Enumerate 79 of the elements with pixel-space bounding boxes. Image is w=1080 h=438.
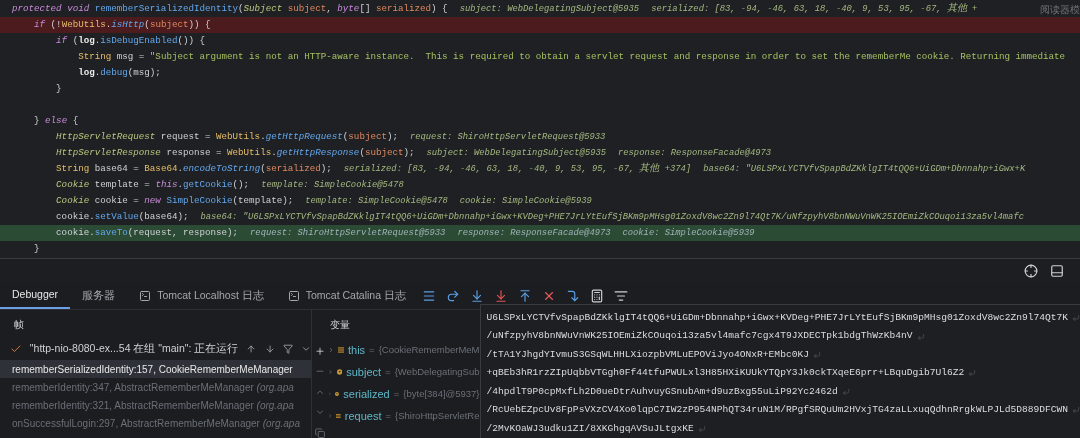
variable-value: {ShiroHttpServletRe — [395, 408, 480, 423]
variables-header: 变量 — [329, 317, 350, 332]
wrap-marker-icon — [841, 387, 850, 396]
code-text: cookie.saveTo(request, response); — [55, 226, 239, 240]
code-text: } — [33, 242, 40, 256]
inline-hint: template: SimpleCookie@5478 — [261, 179, 404, 193]
wrap-marker-icon — [916, 332, 925, 341]
field-icon — [336, 411, 341, 421]
inline-hint: base64: "U6LSPxLYCTVfvSpapBdZKklgIT4tQQ6+UiGDm+Dbnnahp+iGwx+K — [703, 163, 1026, 177]
parameter-icon — [336, 366, 343, 378]
tool-tab[interactable]: Tomcat Catalina 日志 — [275, 283, 418, 309]
code-text: } — [55, 82, 62, 96]
value-line: /tTA1YJhgdYIvmuS3GSqWLHHLXiozpbVMLuEPOViJyo4ONxR+EMbc0KJ — [486, 347, 809, 362]
field-icon — [337, 345, 344, 355]
inline-hint: subject: WebDelegatingSubject@5935 — [426, 147, 607, 161]
inline-hint: response: ResponseFacade@4973 — [618, 147, 772, 161]
copy-icon[interactable] — [313, 427, 326, 438]
filter-icon[interactable] — [282, 343, 293, 355]
value-line: /RcUebEZpcUv8FpPsVXzCV4Xo0lqpC7IW2zP954NPhQT34ruN1M/RPgfSRQuUm2HVxjTG4zaLLxuqQdhnRrgkWLPJLd5D889DFCWN — [486, 403, 1068, 418]
arrow-up-icon[interactable] — [246, 343, 257, 355]
inline-hint: cookie: SimpleCookie@5939 — [622, 227, 755, 241]
frame-row[interactable]: rememberSerializedIdentity:157, CookieRememberMeManager — [0, 360, 311, 378]
add-watch-icon[interactable] — [313, 346, 326, 357]
variable-name: this — [348, 342, 366, 358]
tool-tab[interactable]: Tomcat Localhost 日志 — [127, 283, 276, 309]
wrap-marker-icon — [1072, 406, 1080, 415]
equals-sign: = — [393, 386, 400, 401]
variable-name: subject — [346, 364, 382, 380]
wrap-marker-icon — [697, 424, 706, 433]
inline-hint: request: ShiroHttpServletRequest@5933 — [250, 227, 446, 241]
reader-mode-label[interactable]: 阅读器模 — [1040, 2, 1080, 17]
inline-hint: response: ResponseFacade@4973 — [457, 227, 611, 241]
value-line: /2MvKOaWJ3udku1ZI/8XKGhgqAVSuJLtgxKE — [486, 421, 694, 436]
value-line: /uNfzpyhV8bnNWuVnWK25IOEmiZkCOuqoi13za5vl4mafc7cgx4T9JXDECTpk1bdgThWzKb4nV — [486, 329, 913, 344]
calculator-icon[interactable] — [589, 289, 604, 303]
equals-sign: = — [369, 342, 375, 357]
code-text: Cookie template = this.getCookie(); — [55, 178, 250, 192]
tool-tab[interactable]: 服务器 — [70, 283, 128, 309]
inline-hint: subject: WebDelegatingSubject@5935 — [459, 3, 640, 17]
code-text: protected void rememberSerializedIdentity(Subject subject, byte[] serialized) { — [12, 2, 448, 16]
menu-icon[interactable] — [421, 289, 436, 303]
panel-layout-icon[interactable] — [1050, 264, 1064, 278]
code-text: if (log.isDebugEnabled()) { — [55, 34, 205, 48]
inline-hint: serialized: [83, -94, -46, 63, 18, -40, 9, 53, 95, -67, 其他 + — [651, 1, 978, 17]
code-text: String base64 = Base64.encodeToString(serialized); — [55, 162, 332, 176]
crosshair-icon[interactable] — [1024, 264, 1038, 278]
code-text: Cookie cookie = new SimpleCookie(template); — [55, 194, 294, 208]
step-into-icon[interactable] — [469, 289, 484, 303]
inline-hint: template: SimpleCookie@5478 — [305, 195, 448, 209]
inline-hint: serialized: [83, -94, -46, 63, 18, -40, 9, 53, 95, -67, 其他 +374] — [343, 161, 692, 177]
inline-hint: request: ShiroHttpServletRequest@5933 — [410, 131, 606, 145]
wrap-marker-icon — [1072, 314, 1080, 323]
value-line: /4hpdlT9P0cpMxfLh2D0ueDtrAuhvuyGSnubAm+d9uzBxg55uLiP92Yc2462d — [486, 384, 838, 399]
value-line: +qBEb3hR1rzZIpUqbbVTGgh0Ff44tfuPWULxl3H85HXiKUUkYTQpY3Jk0ckTXqeE6prr+LBquDgib7Ul6Z2 — [486, 366, 965, 381]
arrow-down-icon[interactable] — [264, 343, 275, 355]
inline-hint: cookie: SimpleCookie@5939 — [459, 195, 592, 209]
code-text: log.debug(msg); — [77, 66, 161, 80]
value-line: U6LSPxLYCTVfvSpapBdZKklgIT4tQQ6+UiGDm+Dbnnahp+iGwx+KVDeg+PHE7JrLYtEufSjBKm9pMHsg01ZoxdV8wc2Zn9l74Qt7K — [486, 311, 1068, 325]
wrap-marker-icon — [968, 369, 977, 378]
inline-hint: base64: "U6LSPxLYCTVfvSpapBdZKklgIT4tQQ6+UiGDm+Dbnnahp+iGwx+KVDeg+PHE7JrLYtEufSjBKm9pMHsg01ZoxdV8wc2Zn9l74Qt7K/uNfzpyhV8bnNWuVnWK25IOEmiZkCOuqoi13za5vl4mafc — [200, 211, 1024, 225]
wrap-marker-icon — [812, 351, 821, 360]
variable-value: {CookieRememberMeM — [378, 342, 480, 357]
variable-name: request — [344, 408, 382, 424]
step-out-icon[interactable] — [517, 289, 532, 303]
step-over-icon[interactable] — [445, 289, 460, 303]
variable-value: {WebDelegatingSub — [394, 364, 480, 379]
code-text: } else { — [33, 114, 79, 128]
thread-selector[interactable]: "http-nio-8080-ex...54 在组 "main": 正在运行 — [29, 341, 239, 357]
code-text: HttpServletResponse response = WebUtils.getHttpResponse(subject); — [55, 146, 415, 160]
variable-value: {byte[384]@5937} — [403, 386, 480, 401]
equals-sign: = — [385, 364, 391, 379]
frames-header: 帧 — [14, 317, 24, 332]
variable-name: serialized — [343, 386, 390, 402]
code-text: String msg = "Subject argument is not an HTTP-aware instance. This is required to obtain a servlet request and response in order to set the rememberMe cookie. Returning immediate — [77, 50, 1066, 64]
equals-sign: = — [385, 408, 392, 423]
code-text: if (!WebUtils.isHttp(subject)) { — [33, 18, 211, 32]
code-text: HttpServletRequest request = WebUtils.getHttpRequest(subject); — [55, 130, 398, 144]
code-text: cookie.setValue(base64); — [55, 210, 189, 224]
force-step-into-icon[interactable] — [493, 289, 508, 303]
